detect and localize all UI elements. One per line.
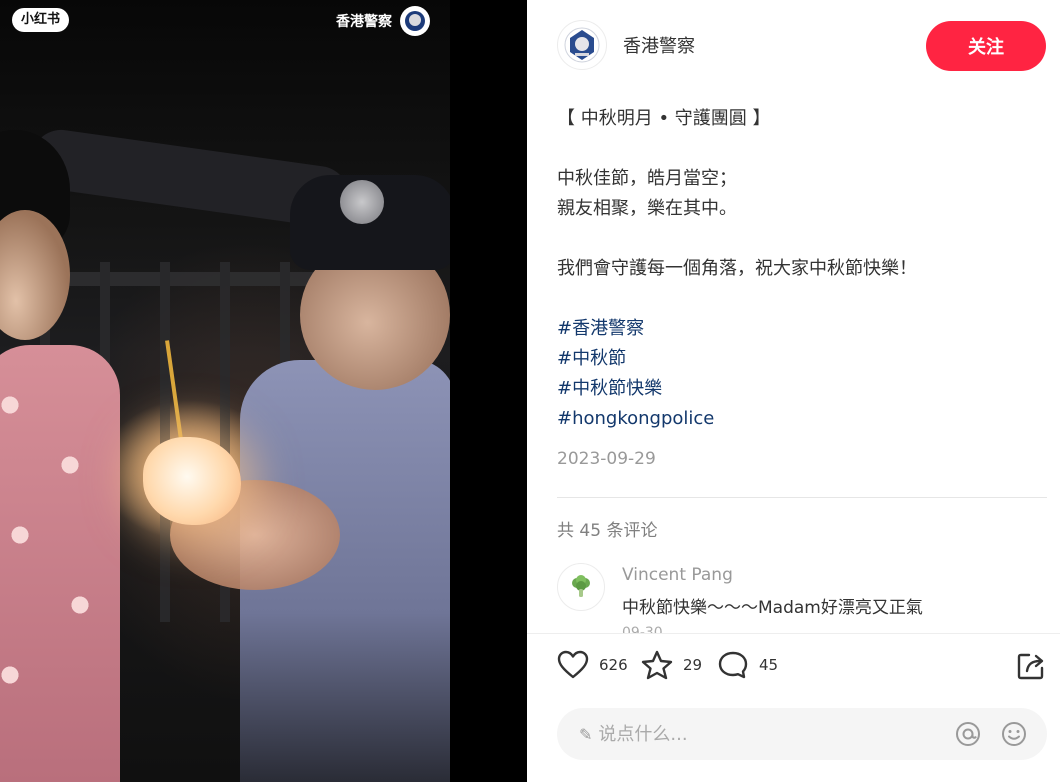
note-line: 親友相聚，樂在其中。 bbox=[557, 198, 737, 219]
commenter-avatar[interactable] bbox=[557, 563, 605, 611]
video-watermark: 香港警察 bbox=[336, 6, 430, 36]
emoji-icon[interactable] bbox=[1001, 721, 1027, 747]
pencil-icon: ✎ bbox=[579, 724, 593, 744]
note-line: 我們會守護每一個角落，祝大家中秋節快樂！ bbox=[557, 258, 917, 279]
collect-button[interactable]: 29 bbox=[641, 650, 702, 680]
comment-item: Vincent Pang 中秋節快樂～～～Madam好漂亮又正氣 09-30 bbox=[557, 563, 1037, 633]
police-badge-icon bbox=[564, 27, 600, 63]
comment-action-count: 45 bbox=[759, 656, 779, 674]
brand-logo: 小红书 bbox=[12, 8, 70, 32]
child-figure bbox=[0, 345, 120, 782]
input-tools bbox=[955, 721, 1027, 747]
engagement-bar: 626 29 45 bbox=[557, 650, 1047, 686]
comment-input-box[interactable]: ✎ bbox=[557, 708, 1047, 760]
hashtag-link[interactable]: #香港警察 bbox=[557, 314, 1037, 344]
at-mention-icon[interactable] bbox=[955, 721, 981, 747]
heart-icon bbox=[557, 650, 589, 679]
comment-input[interactable] bbox=[598, 723, 919, 745]
comment-button[interactable]: 45 bbox=[717, 650, 778, 680]
media-pane[interactable]: 小红书 香港警察 bbox=[0, 0, 527, 782]
comment-text: 中秋節快樂～～～Madam好漂亮又正氣 bbox=[622, 598, 923, 618]
author-name[interactable]: 香港警察 bbox=[623, 32, 695, 58]
share-button[interactable] bbox=[1015, 650, 1047, 686]
comment-bubble-icon bbox=[718, 651, 748, 679]
comment-date: 09-30 bbox=[622, 625, 663, 633]
follow-button[interactable]: 关注 bbox=[926, 21, 1046, 71]
commenter-name[interactable]: Vincent Pang bbox=[622, 565, 733, 585]
cap-badge-icon bbox=[340, 180, 384, 224]
note-date: 2023-09-29 bbox=[557, 449, 656, 469]
note-paragraph: 中秋佳節，皓月當空； 親友相聚，樂在其中。 bbox=[557, 164, 1037, 224]
author-info[interactable]: 香港警察 bbox=[557, 20, 695, 70]
note-content: 【 中秋明月 • 守護團圓 】 中秋佳節，皓月當空； 親友相聚，樂在其中。 我們… bbox=[557, 104, 1037, 474]
watermark-name: 香港警察 bbox=[336, 14, 392, 30]
like-count: 626 bbox=[599, 656, 628, 674]
star-lantern bbox=[143, 437, 241, 525]
comment-count: 共 45 条评论 bbox=[557, 521, 658, 541]
star-icon bbox=[641, 650, 673, 680]
note-line: 中秋佳節，皓月當空； bbox=[557, 168, 737, 189]
note-detail-panel: 香港警察 关注 【 中秋明月 • 守護團圓 】 中秋佳節，皓月當空； 親友相聚，… bbox=[527, 0, 1060, 782]
police-badge-icon bbox=[400, 6, 430, 36]
note-title: 【 中秋明月 • 守護團圓 】 bbox=[557, 108, 771, 129]
author-avatar[interactable] bbox=[557, 20, 607, 70]
like-button[interactable]: 626 bbox=[557, 650, 628, 680]
app-root: 小红书 香港警察 香港警察 关注 【 中秋明月 • 守護團圓 】 中秋佳節，皓月… bbox=[0, 0, 1060, 782]
share-icon bbox=[1017, 653, 1044, 680]
hashtag-link[interactable]: #hongkongpolice bbox=[557, 404, 1037, 434]
hashtag-link[interactable]: #中秋節 bbox=[557, 344, 1037, 374]
hashtag-link[interactable]: #中秋節快樂 bbox=[557, 374, 1037, 404]
collect-count: 29 bbox=[683, 656, 703, 674]
divider bbox=[527, 633, 1060, 634]
divider bbox=[557, 497, 1047, 498]
video-frame[interactable]: 小红书 香港警察 bbox=[0, 0, 450, 782]
broccoli-icon bbox=[572, 575, 590, 597]
